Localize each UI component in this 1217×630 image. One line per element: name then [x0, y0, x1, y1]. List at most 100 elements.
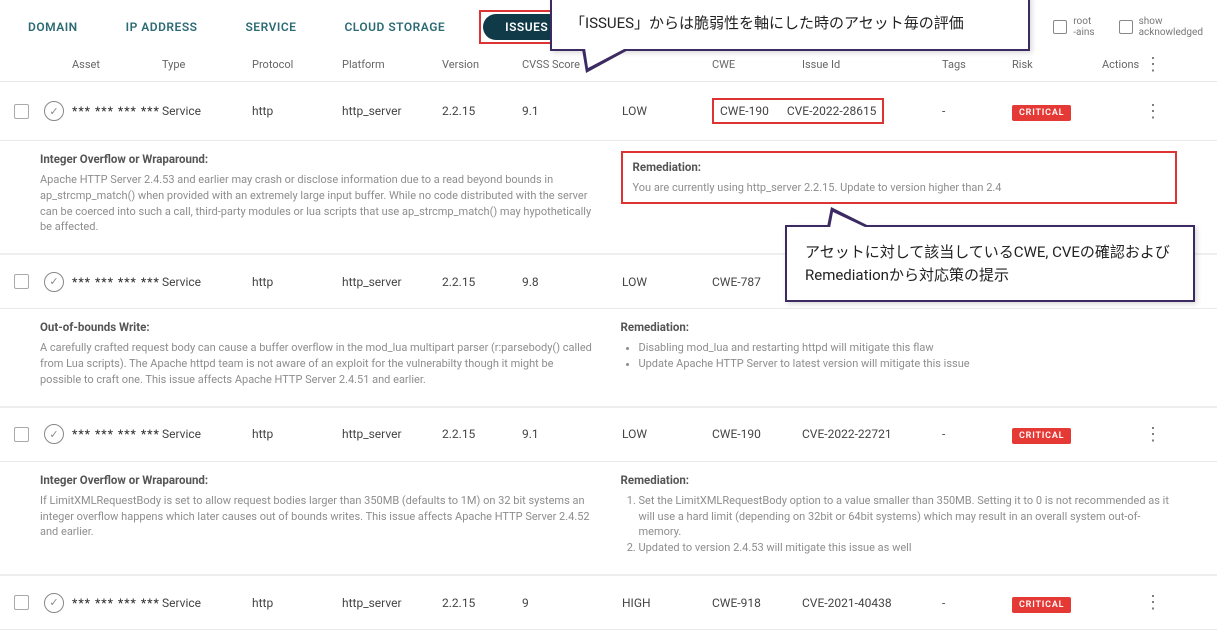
cell-asset: *** *** *** *** — [72, 275, 162, 289]
cell-severity: LOW — [622, 427, 712, 441]
risk-badge: CRITICAL — [1012, 597, 1071, 613]
cell-platform: http_server — [342, 427, 442, 441]
cell-version: 2.2.15 — [442, 104, 522, 118]
status-icon[interactable] — [44, 424, 64, 444]
cell-type: Service — [162, 596, 252, 610]
root-line1: root — [1073, 16, 1094, 27]
row-expanded: Out-of-bounds Write: A carefully crafted… — [0, 309, 1217, 405]
risk-badge: CRITICAL — [1012, 105, 1071, 121]
cell-cvss: 9.1 — [522, 427, 622, 441]
kebab-icon[interactable]: ⋮ — [1144, 54, 1162, 75]
row-actions-kebab-icon[interactable]: ⋮ — [1102, 592, 1162, 613]
col-issueid[interactable]: Issue Id — [802, 58, 942, 71]
root-toggle[interactable]: root -ains — [1053, 16, 1094, 38]
cell-tags: - — [942, 596, 1012, 610]
row-checkbox[interactable] — [14, 104, 29, 119]
cell-platform: http_server — [342, 104, 442, 118]
remediation-body: You are currently using http_server 2.2.… — [633, 180, 1166, 196]
cell-issueid: CVE-2022-22721 — [802, 427, 942, 441]
detail-title: Out-of-bounds Write: — [40, 319, 597, 336]
cell-severity: LOW — [622, 275, 712, 289]
cell-platform: http_server — [342, 275, 442, 289]
cell-version: 2.2.15 — [442, 275, 522, 289]
tab-ip-address[interactable]: IP ADDRESS — [112, 14, 212, 40]
cell-type: Service — [162, 275, 252, 289]
detail-body: If LimitXMLRequestBody is set to allow r… — [40, 493, 597, 541]
cell-asset: *** *** *** *** — [72, 104, 162, 118]
row-expanded: Integer Overflow or Wraparound: If Limit… — [0, 462, 1217, 574]
cell-type: Service — [162, 104, 252, 118]
tab-service[interactable]: SERVICE — [231, 14, 310, 40]
row-actions-kebab-icon[interactable]: ⋮ — [1102, 424, 1162, 445]
col-asset[interactable]: Asset — [72, 58, 162, 71]
row-checkbox[interactable] — [14, 595, 29, 610]
cell-asset: *** *** *** *** — [72, 596, 162, 610]
remediation-title: Remediation: — [621, 319, 1178, 336]
tab-domain[interactable]: DOMAIN — [14, 14, 92, 40]
cell-issueid: CVE-2021-40438 — [802, 596, 942, 610]
show-line2: acknowledged — [1139, 27, 1203, 38]
callout-text: アセットに対して該当しているCWE, CVEの確認およびRemediationか… — [805, 243, 1170, 284]
cell-protocol: http — [252, 596, 342, 610]
detail-body: Apache HTTP Server 2.4.53 and earlier ma… — [40, 172, 597, 236]
top-right-controls: root -ains show acknowledged — [1053, 16, 1203, 38]
status-icon[interactable] — [44, 101, 64, 121]
cell-cwe: CWE-190 — [712, 427, 802, 441]
col-tags[interactable]: Tags — [942, 58, 1012, 71]
row-checkbox[interactable] — [14, 427, 29, 442]
cell-cvss: 9.8 — [522, 275, 622, 289]
col-type[interactable]: Type — [162, 58, 252, 71]
status-icon[interactable] — [44, 593, 64, 613]
show-acknowledged-toggle[interactable]: show acknowledged — [1119, 16, 1203, 38]
remediation-title: Remediation: — [633, 159, 1166, 176]
cell-tags: - — [942, 104, 1012, 118]
detail-title: Integer Overflow or Wraparound: — [40, 151, 597, 168]
cell-protocol: http — [252, 104, 342, 118]
risk-badge: CRITICAL — [1012, 428, 1071, 444]
remediation-item: Update Apache HTTP Server to latest vers… — [639, 356, 1178, 372]
cell-cwe: CWE-190 — [720, 104, 769, 118]
remediation-title: Remediation: — [621, 472, 1178, 489]
remediation-item: Set the LimitXMLRequestBody option to a … — [639, 493, 1178, 541]
checkbox-icon[interactable] — [1053, 20, 1067, 34]
cell-protocol: http — [252, 275, 342, 289]
cell-type: Service — [162, 427, 252, 441]
cell-issueid: CVE-2022-28615 — [787, 104, 877, 118]
root-line2: -ains — [1073, 27, 1094, 38]
cwe-cve-highlight: CWE-190 CVE-2022-28615 — [712, 98, 884, 124]
cell-version: 2.2.15 — [442, 427, 522, 441]
show-line1: show — [1139, 16, 1203, 27]
row-checkbox[interactable] — [14, 274, 29, 289]
cell-platform: http_server — [342, 596, 442, 610]
annotation-callout-bottom: アセットに対して該当しているCWE, CVEの確認およびRemediationか… — [785, 225, 1195, 302]
row-actions-kebab-icon[interactable]: ⋮ — [1102, 101, 1162, 122]
detail-title: Integer Overflow or Wraparound: — [40, 472, 597, 489]
remediation-item: Disabling mod_lua and restarting httpd w… — [639, 340, 1178, 356]
tab-cloud-storage[interactable]: CLOUD STORAGE — [330, 14, 459, 40]
remediation-list: Set the LimitXMLRequestBody option to a … — [621, 493, 1178, 557]
col-protocol[interactable]: Protocol — [252, 58, 342, 71]
col-risk[interactable]: Risk — [1012, 58, 1102, 71]
table-row[interactable]: *** *** *** *** Service http http_server… — [0, 576, 1217, 630]
col-cwe[interactable]: CWE — [712, 58, 802, 71]
remediation-highlight: Remediation: You are currently using htt… — [621, 151, 1178, 204]
col-version[interactable]: Version — [442, 58, 522, 71]
cell-severity: HIGH — [622, 596, 712, 610]
remediation-item: Updated to version 2.4.53 will mitigate … — [639, 540, 1178, 556]
cell-cvss: 9 — [522, 596, 622, 610]
cell-tags: - — [942, 427, 1012, 441]
table-row[interactable]: *** *** *** *** Service http http_server… — [0, 408, 1217, 462]
cell-cvss: 9.1 — [522, 104, 622, 118]
annotation-callout-top: 「ISSUES」からは脆弱性を軸にした時のアセット毎の評価 — [550, 0, 1030, 51]
callout-text: 「ISSUES」からは脆弱性を軸にした時のアセット毎の評価 — [570, 14, 964, 32]
detail-body: A carefully crafted request body can cau… — [40, 340, 597, 388]
status-icon[interactable] — [44, 272, 64, 292]
cell-cwe: CWE-918 — [712, 596, 802, 610]
col-platform[interactable]: Platform — [342, 58, 442, 71]
checkbox-icon[interactable] — [1119, 20, 1133, 34]
cell-protocol: http — [252, 427, 342, 441]
cell-asset: *** *** *** *** — [72, 427, 162, 441]
cell-version: 2.2.15 — [442, 596, 522, 610]
table-row[interactable]: *** *** *** *** Service http http_server… — [0, 82, 1217, 141]
col-actions[interactable]: Actions — [1102, 58, 1139, 71]
